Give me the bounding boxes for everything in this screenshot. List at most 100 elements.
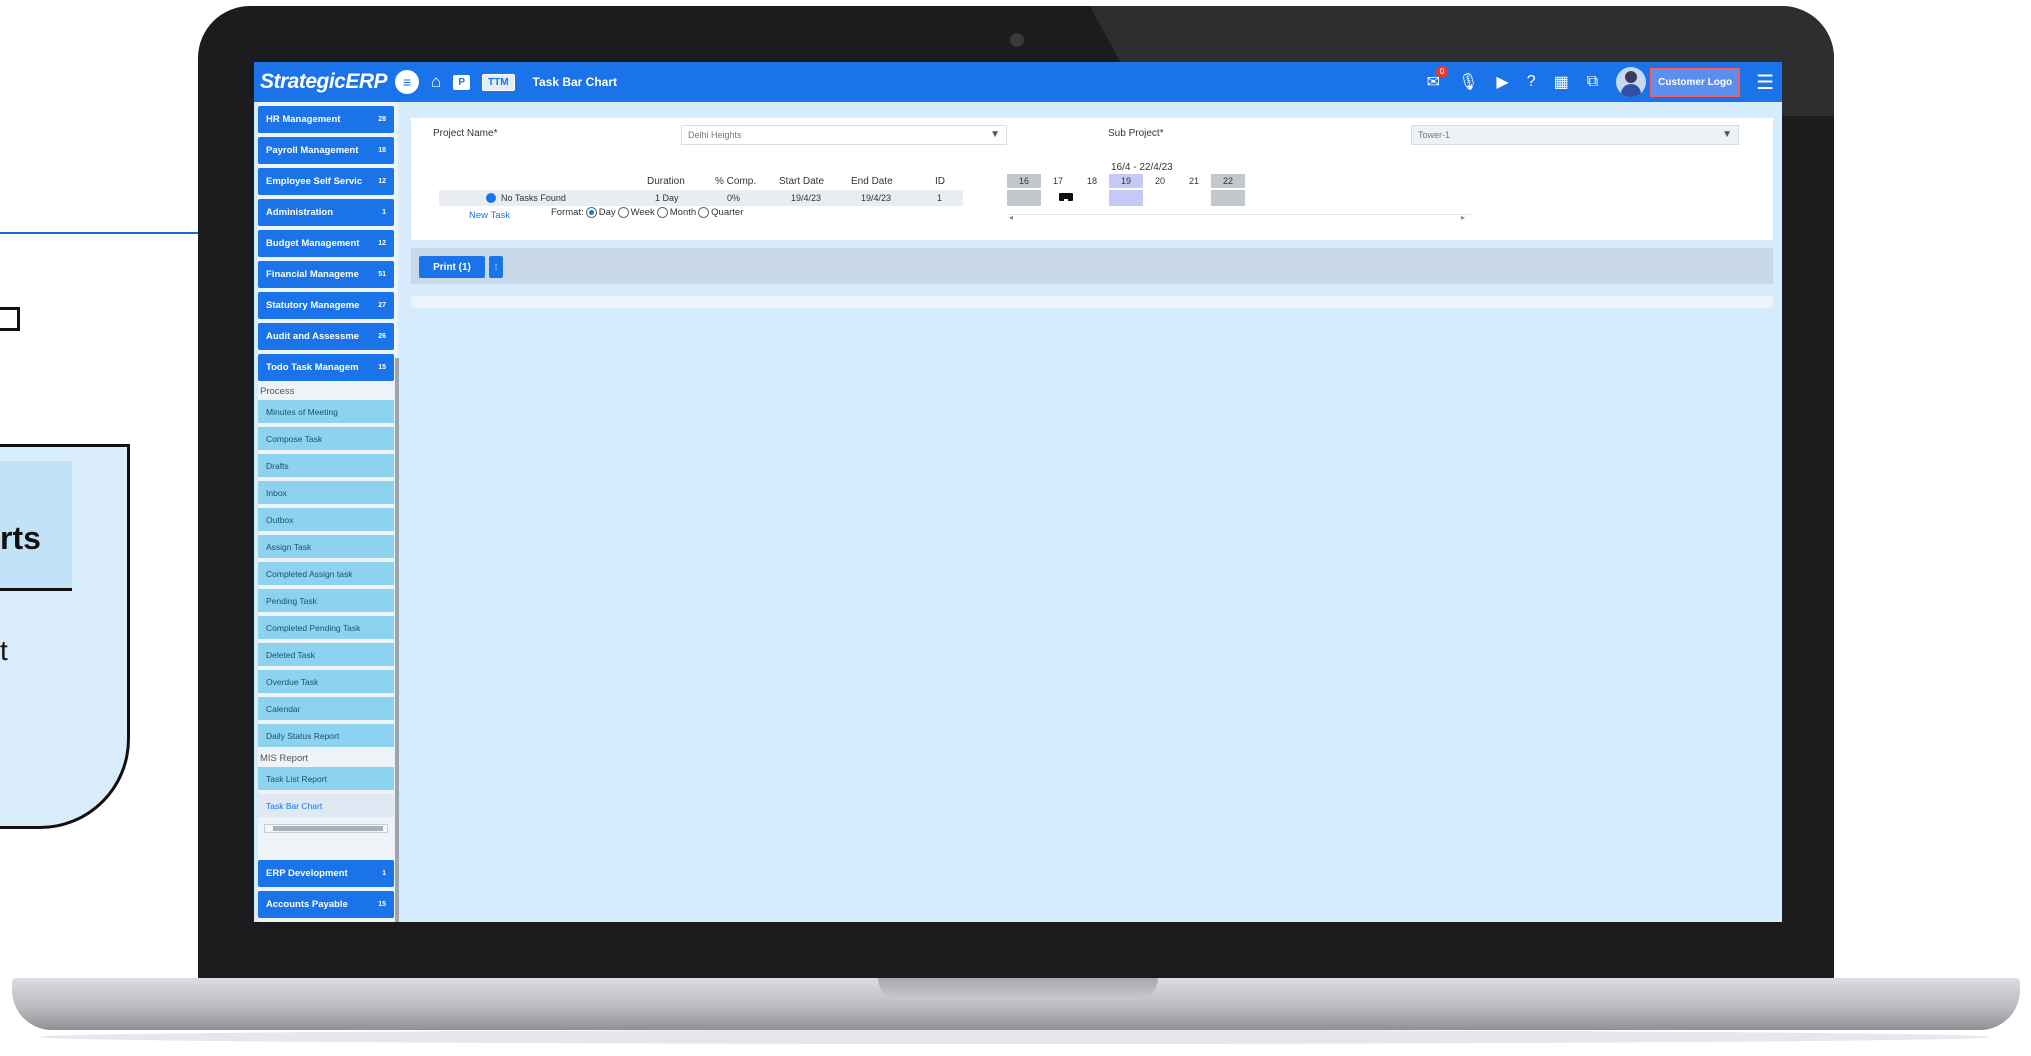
- mail-icon[interactable]: ✉ 0: [1427, 66, 1449, 92]
- format-option-week: Week: [630, 207, 655, 218]
- module-count: 26: [378, 333, 386, 340]
- menu-circle-icon[interactable]: ≡: [395, 70, 420, 94]
- report-content-area: [411, 296, 1773, 308]
- sidebar-item-assign-task[interactable]: Assign Task: [258, 535, 394, 558]
- sidebar-module-payroll-management[interactable]: Payroll Management 18: [258, 137, 394, 164]
- report-toolbar: Print (1) ⁝: [411, 248, 1773, 284]
- format-label: Format:: [551, 207, 584, 218]
- top-navigation-bar: StrategicERP ≡ ⌂ P TTM Task Bar Chart ✉ 0…: [254, 62, 1782, 102]
- module-label: Statutory Manageme: [266, 300, 360, 311]
- print-options-button[interactable]: ⁝: [489, 256, 503, 278]
- sidebar-module-budget-management[interactable]: Budget Management 12: [258, 230, 394, 257]
- sidebar-item-pending-task[interactable]: Pending Task: [258, 589, 394, 612]
- format-selector: Format: Day Week Month Quarter: [551, 207, 743, 218]
- sidebar-item-completed-assign-task[interactable]: Completed Assign task: [258, 562, 394, 585]
- top-right-actions: ✉ 0 🎙 ▶ ? ▦ ⧉ Customer Logo ☰: [1427, 62, 1782, 102]
- task-name-cell: No Tasks Found: [501, 193, 566, 203]
- project-name-select[interactable]: Delhi Heights ▼: [681, 125, 1007, 145]
- module-count: 1: [382, 209, 386, 216]
- sidebar-item-daily-status-report[interactable]: Daily Status Report: [258, 724, 394, 747]
- chevron-down-icon: ▼: [990, 129, 1000, 140]
- column-header-percent-complete: % Comp.: [715, 176, 757, 187]
- format-radio-quarter[interactable]: [698, 207, 710, 218]
- project-name-label: Project Name*: [433, 128, 498, 139]
- module-count: 51: [378, 271, 386, 278]
- gantt-cell-weekend: [1007, 190, 1041, 206]
- sidebar-module-administration[interactable]: Administration 1: [258, 199, 394, 226]
- scrollbar-thumb[interactable]: [273, 826, 383, 831]
- task-percent-cell: 0%: [727, 193, 741, 203]
- gantt-day-header: 20: [1154, 176, 1165, 186]
- home-icon[interactable]: ⌂: [431, 72, 441, 92]
- page-title: Task Bar Chart: [532, 75, 618, 89]
- module-count: 28: [378, 116, 386, 123]
- task-start-cell: 19/4/23: [791, 193, 822, 203]
- module-count: 12: [378, 240, 386, 247]
- sidebar-item-deleted-task[interactable]: Deleted Task: [258, 643, 394, 666]
- sidebar-item-overdue-task[interactable]: Overdue Task: [258, 670, 394, 693]
- ttm-shortcut-button[interactable]: TTM: [482, 73, 515, 91]
- gantt-day-header: 16: [1007, 174, 1041, 188]
- sidebar-item-calendar[interactable]: Calendar: [258, 697, 394, 720]
- sidebar-module-audit-assessment[interactable]: Audit and Assessme 26: [258, 323, 394, 350]
- sidebar-item-task-list-report[interactable]: Task List Report: [258, 767, 394, 790]
- sidebar-horizontal-scrollbar[interactable]: [264, 824, 388, 833]
- sub-project-select[interactable]: Tower-1 ▼: [1411, 125, 1739, 145]
- module-label: Payroll Management: [266, 145, 359, 156]
- module-label: Employee Self Servic: [266, 176, 363, 187]
- chevron-down-icon: ▼: [1722, 129, 1732, 140]
- sidebar-item-task-bar-chart[interactable]: Task Bar Chart: [258, 794, 394, 817]
- sidebar-item-completed-pending-task[interactable]: Completed Pending Task: [258, 616, 394, 639]
- sidebar-module-erp-development[interactable]: ERP Development 1: [258, 860, 394, 887]
- copy-icon[interactable]: ⧉: [1587, 73, 1598, 91]
- sidebar-vertical-scrollbar[interactable]: [395, 358, 399, 922]
- decorative-checkbox-shape: [0, 307, 20, 331]
- p-shortcut-button[interactable]: P: [453, 74, 470, 90]
- sidebar-module-todo-task-management[interactable]: Todo Task Managem 15: [258, 354, 394, 381]
- gantt-task-bar[interactable]: [1059, 193, 1073, 203]
- print-button[interactable]: Print (1): [419, 256, 485, 278]
- calculator-icon[interactable]: ▦: [1554, 72, 1569, 92]
- format-radio-week[interactable]: [617, 207, 629, 218]
- task-duration-cell: 1 Day: [655, 193, 679, 203]
- column-header-duration: Duration: [647, 176, 685, 187]
- sidebar-module-hr-management[interactable]: HR Management 28: [258, 106, 394, 133]
- sidebar-module-financial-management[interactable]: Financial Manageme 51: [258, 261, 394, 288]
- decorative-line: [0, 232, 198, 234]
- format-radio-day[interactable]: [585, 207, 597, 218]
- sidebar-item-drafts[interactable]: Drafts: [258, 454, 394, 477]
- sidebar-item-outbox[interactable]: Outbox: [258, 508, 394, 531]
- gantt-cell-weekend: [1211, 190, 1245, 206]
- gantt-horizontal-scrollbar[interactable]: ◂ ▸: [1007, 213, 1471, 224]
- module-count: 15: [378, 901, 386, 908]
- youtube-icon[interactable]: ▶: [1496, 72, 1508, 92]
- sidebar-item-inbox[interactable]: Inbox: [258, 481, 394, 504]
- format-radio-month[interactable]: [656, 207, 668, 218]
- hamburger-icon[interactable]: ☰: [1756, 70, 1774, 95]
- sidebar-module-statutory-management[interactable]: Statutory Manageme 27: [258, 292, 394, 319]
- mic-icon[interactable]: 🎙: [1458, 72, 1478, 92]
- format-option-day: Day: [598, 207, 616, 218]
- scroll-left-icon[interactable]: ◂: [1009, 213, 1013, 222]
- column-header-end-date: End Date: [851, 176, 893, 187]
- task-bar-chart-panel: Project Name* Delhi Heights ▼ Sub Projec…: [411, 118, 1773, 240]
- new-task-link[interactable]: New Task: [469, 210, 510, 221]
- sidebar-module-accounts-payable[interactable]: Accounts Payable 15: [258, 891, 394, 918]
- task-id-cell: 1: [937, 193, 943, 203]
- user-avatar[interactable]: [1616, 67, 1647, 97]
- sidebar-item-compose-task[interactable]: Compose Task: [258, 427, 394, 450]
- module-label: HR Management: [266, 114, 341, 125]
- format-option-quarter: Quarter: [711, 207, 744, 218]
- brand-logo[interactable]: StrategicERP: [260, 70, 388, 94]
- section-label-mis-report: MIS Report: [260, 753, 309, 764]
- help-icon[interactable]: ?: [1527, 73, 1536, 91]
- scroll-right-icon[interactable]: ▸: [1461, 213, 1465, 222]
- column-header-start-date: Start Date: [779, 176, 825, 187]
- task-status-dot-icon: [486, 193, 496, 203]
- sidebar-item-minutes-of-meeting[interactable]: Minutes of Meeting: [258, 400, 394, 423]
- decorative-card-title: rts: [0, 520, 41, 556]
- decorative-card-subtitle: t: [0, 635, 8, 666]
- customer-logo[interactable]: Customer Logo: [1650, 67, 1741, 97]
- app-screen: StrategicERP ≡ ⌂ P TTM Task Bar Chart ✉ 0…: [254, 62, 1782, 922]
- sidebar-module-employee-self-service[interactable]: Employee Self Servic 12: [258, 168, 394, 195]
